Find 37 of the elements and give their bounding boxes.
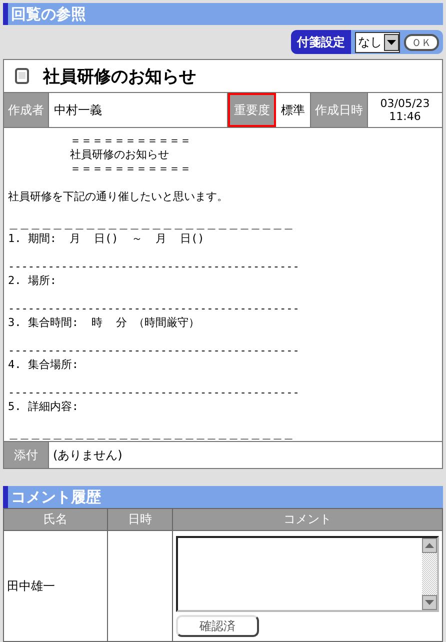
message-line: -------------------------------------------- bbox=[8, 260, 300, 274]
field-label: 重要度 bbox=[228, 93, 276, 127]
circular-title: 社員研修のお知らせ bbox=[43, 66, 196, 88]
message-line: ＿＿＿＿＿＿＿＿＿＿＿＿＿＿＿＿＿＿＿＿＿＿＿＿＿＿ bbox=[8, 218, 294, 232]
message-line: 4. 集合場所: bbox=[8, 358, 78, 372]
field-label: 作成日時 bbox=[311, 93, 368, 127]
message-line: ＝＝＝＝＝＝＝＝＝＝＝ bbox=[70, 134, 191, 148]
scrollbar[interactable] bbox=[422, 538, 437, 610]
comment-input-field[interactable] bbox=[176, 536, 439, 612]
confirm-button[interactable]: 確認済 bbox=[176, 614, 259, 636]
message-line: -------------------------------------------- bbox=[8, 302, 300, 316]
scroll-down-icon[interactable] bbox=[422, 594, 437, 610]
scroll-up-icon[interactable] bbox=[422, 538, 437, 552]
message-line: 2. 場所: bbox=[8, 274, 56, 288]
table-cell: 田中雄一 bbox=[4, 530, 108, 642]
section-header: 回覧の参照 bbox=[3, 3, 443, 25]
field-label: 添付 bbox=[4, 442, 49, 468]
message-line: 3. 集合時間: 時 分 （時間厳守） bbox=[8, 316, 200, 330]
field-label: 作成者 bbox=[4, 93, 49, 127]
column-header: 日時 bbox=[108, 508, 172, 530]
message-line: -------------------------------------------- bbox=[8, 344, 300, 358]
message-line: -------------------------------------------- bbox=[8, 386, 300, 400]
tag-setting-label: 付箋設定 bbox=[291, 30, 351, 54]
column-header: コメント bbox=[172, 508, 442, 530]
message-line: ＿＿＿＿＿＿＿＿＿＿＿＿＿＿＿＿＿＿＿＿＿＿＿＿＿＿ bbox=[8, 428, 294, 441]
section-header: コメント履歴 bbox=[3, 486, 443, 508]
message-line: 社員研修を下記の通り催したいと思います。 bbox=[8, 190, 228, 204]
tag-select[interactable]: なし bbox=[355, 32, 400, 52]
created-datetime: 03/05/23 11:46 bbox=[379, 96, 431, 125]
attachment-value: (ありません) bbox=[52, 446, 122, 464]
memo-icon bbox=[15, 68, 29, 84]
column-header: 氏名 bbox=[4, 508, 108, 530]
message-line: 5. 詳細内容: bbox=[8, 400, 78, 414]
message-line: 1. 期間: 月 日() ～ 月 日() bbox=[8, 232, 204, 246]
ok-button[interactable]: ＯＫ bbox=[404, 34, 439, 50]
message-line: ＝＝＝＝＝＝＝＝＝＝＝ bbox=[70, 162, 191, 176]
message-line: 社員研修のお知らせ bbox=[70, 148, 169, 162]
